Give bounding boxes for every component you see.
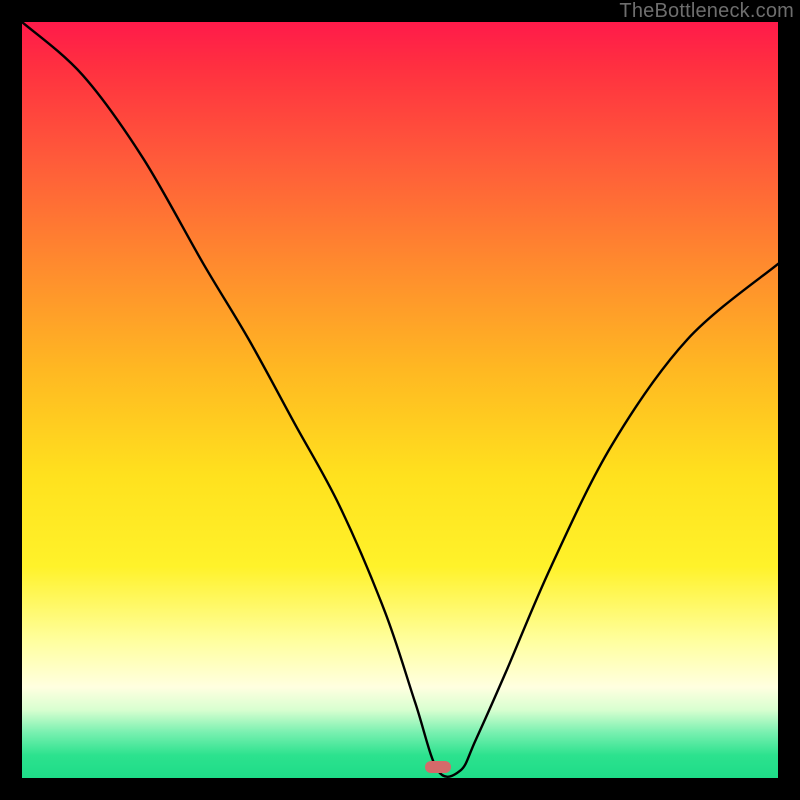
optimum-marker [425, 761, 451, 773]
chart-curve [22, 22, 778, 778]
watermark-text: TheBottleneck.com [619, 0, 794, 23]
chart-plot-area [22, 22, 778, 778]
chart-frame [22, 22, 778, 778]
